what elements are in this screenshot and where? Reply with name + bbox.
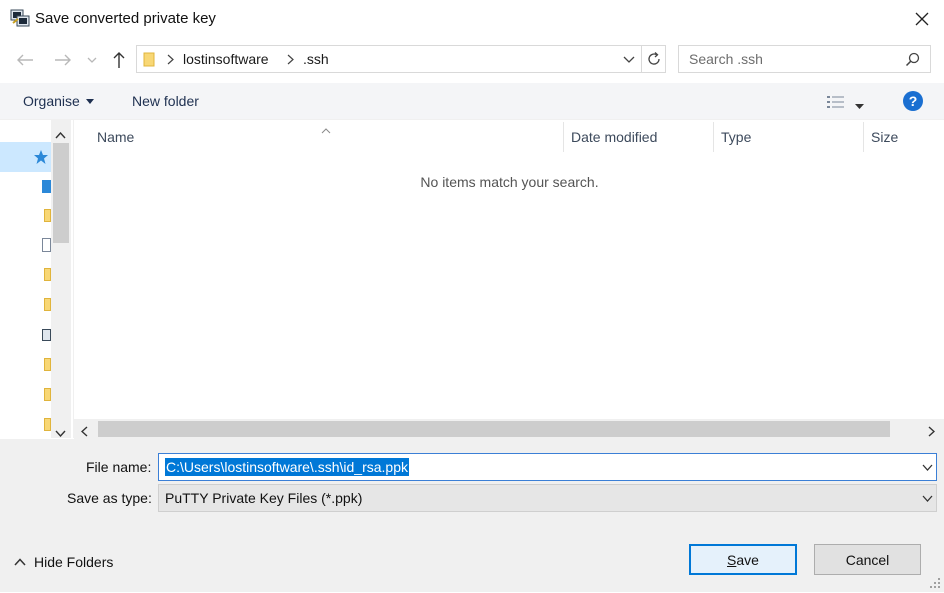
arrow-right-icon xyxy=(55,54,71,66)
refresh-icon xyxy=(647,52,660,65)
star-icon xyxy=(34,150,48,164)
chevron-down-icon xyxy=(87,57,97,63)
caret-down-icon xyxy=(855,104,864,109)
chevron-right-icon xyxy=(287,54,294,65)
chevron-up-icon xyxy=(14,558,26,566)
details-view-icon xyxy=(827,96,844,108)
save-as-type-select[interactable]: PuTTY Private Key Files (*.ppk) xyxy=(158,484,937,512)
new-folder-button[interactable]: New folder xyxy=(132,93,199,109)
save-button-label: Save xyxy=(727,551,759,568)
organise-menu-button[interactable]: Organise xyxy=(23,93,94,109)
column-header-name[interactable]: Name xyxy=(97,129,134,145)
sort-ascending-icon xyxy=(321,121,331,137)
document-icon[interactable] xyxy=(42,238,51,252)
folder-icon[interactable] xyxy=(44,388,51,401)
putty-app-icon xyxy=(10,8,30,28)
folder-icon[interactable] xyxy=(44,358,51,371)
column-header-date-modified[interactable]: Date modified xyxy=(571,129,657,145)
save-as-type-value: PuTTY Private Key Files (*.ppk) xyxy=(165,490,363,506)
forward-button[interactable] xyxy=(50,45,76,75)
scroll-right-arrow[interactable] xyxy=(928,424,936,440)
recent-locations-button[interactable] xyxy=(82,45,102,75)
search-box[interactable] xyxy=(678,45,931,73)
file-list[interactable] xyxy=(74,120,944,420)
arrow-up-icon xyxy=(113,52,125,68)
back-button[interactable] xyxy=(12,45,38,75)
hide-folders-button[interactable]: Hide Folders xyxy=(14,554,113,570)
column-header-type[interactable]: Type xyxy=(721,129,751,145)
scroll-up-arrow[interactable] xyxy=(55,126,66,142)
file-name-label: File name: xyxy=(86,459,152,475)
column-divider[interactable] xyxy=(863,122,864,152)
nav-item-quick-access[interactable] xyxy=(0,142,51,172)
file-name-input[interactable]: C:\Users\lostinsoftware\.ssh\id_rsa.ppk xyxy=(165,458,409,476)
chevron-down-icon[interactable] xyxy=(922,464,933,471)
folder-icon[interactable] xyxy=(44,268,51,281)
folder-icon[interactable] xyxy=(44,209,51,222)
search-input[interactable] xyxy=(687,50,897,68)
organise-label: Organise xyxy=(23,93,80,109)
save-button[interactable]: Save xyxy=(689,544,797,575)
breadcrumb-item-lostinsoftware[interactable]: lostinsoftware xyxy=(183,51,269,67)
chevron-down-icon xyxy=(922,495,933,502)
close-icon xyxy=(915,12,929,26)
save-as-type-label: Save as type: xyxy=(67,490,152,506)
column-divider[interactable] xyxy=(563,122,564,152)
chevron-down-icon[interactable] xyxy=(623,56,635,63)
column-header-size[interactable]: Size xyxy=(871,129,898,145)
file-name-combobox[interactable]: C:\Users\lostinsoftware\.ssh\id_rsa.ppk xyxy=(158,453,937,481)
breadcrumb-item-ssh[interactable]: .ssh xyxy=(303,51,329,67)
nav-scroll-thumb[interactable] xyxy=(53,143,69,243)
refresh-button[interactable] xyxy=(642,45,666,73)
resize-grip-icon xyxy=(930,578,940,588)
help-button[interactable]: ? xyxy=(903,91,923,111)
resize-grip[interactable] xyxy=(928,576,942,590)
folder-icon[interactable] xyxy=(44,298,51,311)
pictures-icon[interactable] xyxy=(42,329,51,341)
help-icon: ? xyxy=(908,93,918,109)
chevron-down-icon xyxy=(55,430,66,438)
chevron-right-icon xyxy=(928,426,936,437)
view-options-button[interactable] xyxy=(824,92,848,112)
scroll-left-arrow[interactable] xyxy=(80,424,88,440)
empty-results-message: No items match your search. xyxy=(420,174,599,190)
cancel-button[interactable]: Cancel xyxy=(814,544,921,575)
cancel-button-label: Cancel xyxy=(845,551,890,568)
horizontal-scroll-thumb[interactable] xyxy=(98,421,890,437)
search-icon[interactable] xyxy=(905,52,920,67)
folder-icon xyxy=(143,52,155,67)
folder-icon[interactable] xyxy=(44,418,51,431)
arrow-left-icon xyxy=(17,54,33,66)
chevron-left-icon xyxy=(80,426,88,437)
scroll-down-arrow[interactable] xyxy=(55,424,66,440)
close-button[interactable] xyxy=(904,4,940,34)
up-button[interactable] xyxy=(106,45,132,75)
chevron-up-icon xyxy=(55,131,66,139)
view-dropdown-button[interactable] xyxy=(855,96,864,112)
window-title: Save converted private key xyxy=(35,10,216,27)
address-bar[interactable]: lostinsoftware .ssh xyxy=(136,45,642,73)
caret-down-icon xyxy=(85,98,94,104)
hide-folders-label: Hide Folders xyxy=(34,554,114,570)
chevron-right-icon xyxy=(167,54,174,65)
column-divider[interactable] xyxy=(713,122,714,152)
